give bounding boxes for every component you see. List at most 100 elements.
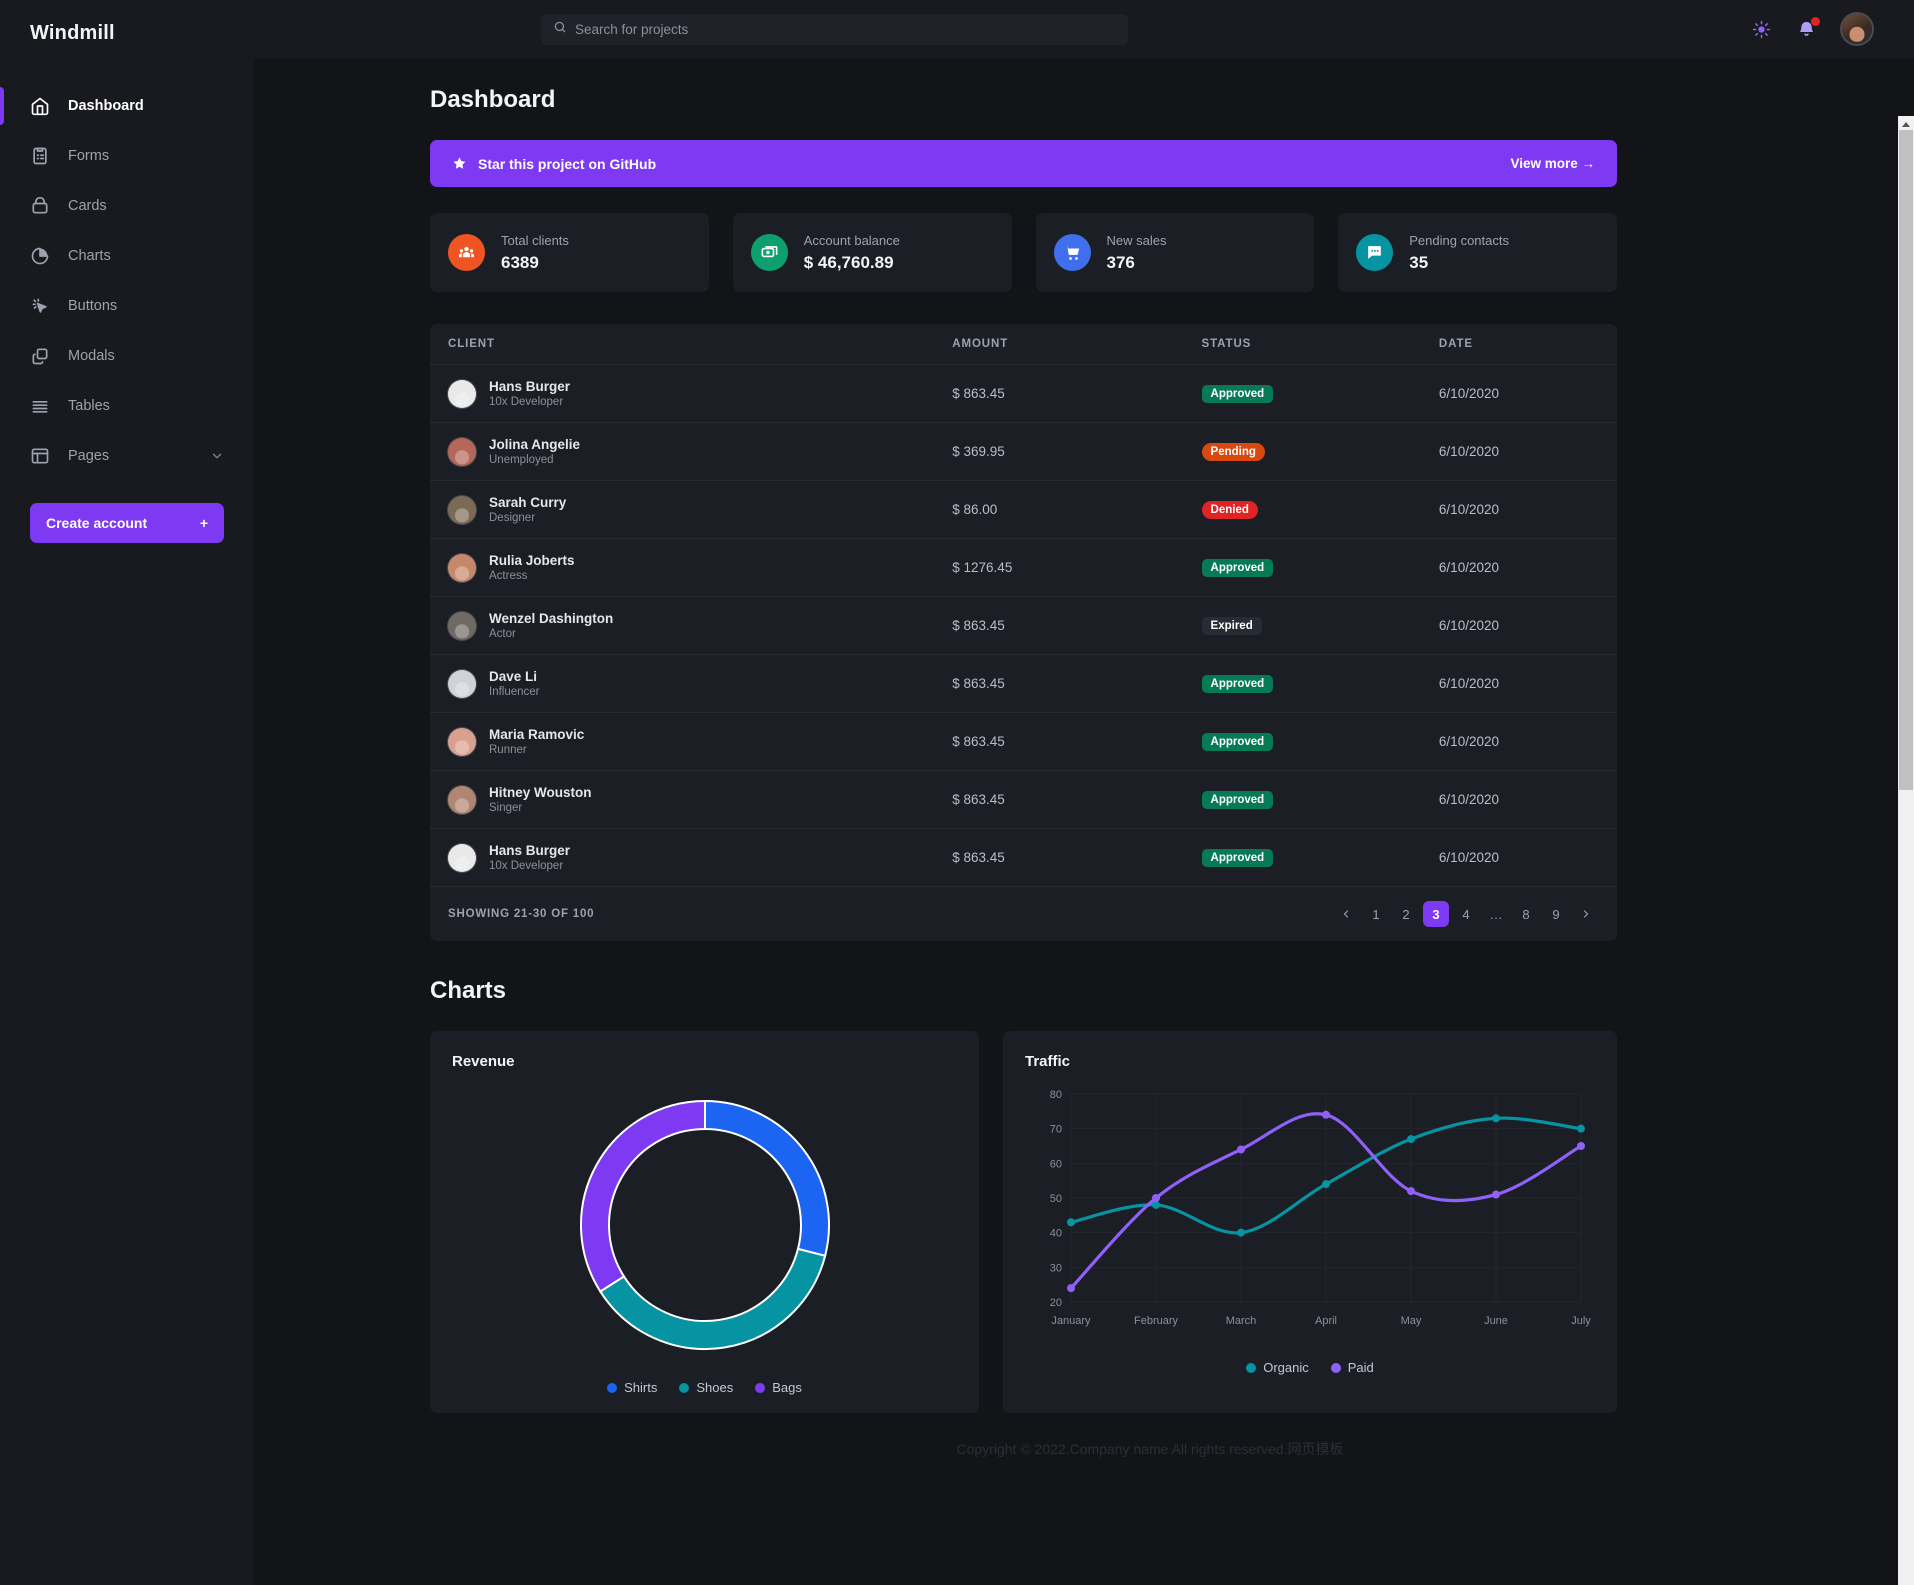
donut-chart <box>579 1099 830 1350</box>
avatar[interactable] <box>1842 14 1872 44</box>
table-row[interactable]: Hitney Wouston Singer $ 863.45 Approved 6/10… <box>430 770 1617 829</box>
client-role: Actor <box>489 628 516 640</box>
column-status: STATUS <box>1201 324 1439 365</box>
scroll-up-arrow[interactable] <box>1898 116 1914 130</box>
create-account-button[interactable]: Create account + <box>30 503 224 543</box>
table-body: Hans Burger 10x Developer $ 863.45 Approved… <box>430 364 1617 887</box>
client-name: Hans Burger <box>489 843 571 858</box>
table-row[interactable]: Maria Ramovic Runner $ 863.45 Approved 6/10/… <box>430 712 1617 771</box>
column-client: CLIENT <box>430 324 953 365</box>
client-avatar <box>448 379 476 408</box>
data-point <box>1152 1194 1160 1202</box>
x-tick-label: April <box>1315 1315 1337 1327</box>
sidebar-item-forms[interactable]: Forms <box>0 131 254 181</box>
client-name: Maria Ramovic <box>489 727 585 742</box>
table-header-row: CLIENT AMOUNT STATUS DATE <box>430 324 1617 365</box>
search-input[interactable] <box>575 22 1116 37</box>
table-footer: SHOWING 21-30 OF 100 1 2 3 4… 8 9 <box>430 886 1617 941</box>
search-box[interactable] <box>541 14 1128 45</box>
page-button[interactable]: … <box>1483 901 1509 927</box>
sidebar-item-charts[interactable]: Charts <box>0 231 254 281</box>
client-name: Hitney Wouston <box>489 785 592 800</box>
cell-client: Wenzel Dashington Actor <box>430 597 952 655</box>
legend-dot <box>607 1382 618 1393</box>
client-avatar <box>448 611 476 640</box>
cell-amount: $ 863.45 <box>952 734 1005 749</box>
traffic-chart-card: Traffic 20 30 40 50 60 70 80 January February Mar… <box>1003 1031 1617 1413</box>
cell-status: Pending <box>1201 423 1439 481</box>
sidebar-item-dashboard[interactable]: Dashboard <box>0 81 254 131</box>
table-row[interactable]: Hans Burger 10x Developer $ 863.45 Approved… <box>430 364 1617 423</box>
cell-status: Approved <box>1201 771 1439 829</box>
client-avatar <box>448 843 476 872</box>
y-tick-label: 60 <box>1050 1158 1062 1170</box>
money-icon <box>750 234 788 271</box>
client-text: Hans Burger 10x Developer <box>489 843 570 872</box>
home-icon <box>30 96 50 116</box>
cell-status: Denied <box>1201 481 1439 539</box>
sidebar-item-buttons[interactable]: Buttons <box>0 281 254 331</box>
page-button[interactable]: 9 <box>1543 901 1569 927</box>
sidebar-item-cards[interactable]: Cards <box>0 181 254 231</box>
sidebar-item-pages[interactable]: Pages <box>0 431 254 481</box>
sidebar-item-label: Charts <box>68 248 111 264</box>
chevron-left-icon[interactable] <box>1333 901 1359 927</box>
bell-icon[interactable] <box>1797 16 1820 39</box>
revenue-chart-card: Revenue Shirts Shoes Bags <box>430 1031 979 1413</box>
table-row[interactable]: Dave Li Influencer $ 863.45 Approved 6/10/20… <box>430 654 1617 713</box>
page-button[interactable]: 1 <box>1363 901 1389 927</box>
cell-date: 6/10/2020 <box>1438 386 1499 401</box>
page-button[interactable]: 2 <box>1393 901 1419 927</box>
table-row[interactable]: Jolina Angelie Unemployed $ 369.95 Pending 6… <box>430 422 1617 481</box>
legend-dot <box>679 1382 690 1393</box>
banner-view-more-link[interactable]: View more → <box>1510 156 1595 171</box>
sun-icon[interactable] <box>1752 20 1771 39</box>
table-row[interactable]: Hans Burger 10x Developer $ 863.45 Approved… <box>430 828 1617 887</box>
page-button[interactable]: 3 <box>1423 901 1449 927</box>
stat-card-total-clients: Total clients 6389 <box>430 213 709 292</box>
table-row[interactable]: Rulia Joberts Actress $ 1276.45 Approved 6/1… <box>430 538 1617 597</box>
page-button[interactable]: 4 <box>1453 901 1479 927</box>
client-cell: Sarah Curry Designer <box>448 495 952 524</box>
charts-row: Revenue Shirts Shoes Bags Traffic 20 30 40 50… <box>430 1031 1617 1413</box>
cell-amount: $ 1276.45 <box>952 560 1013 575</box>
donut-slice-shirts <box>703 1099 830 1258</box>
page-button[interactable]: 8 <box>1513 901 1539 927</box>
revenue-chart-title: Revenue <box>452 1053 515 1070</box>
main-region: Dashboard Star this project on GitHub Vi… <box>254 0 1914 1585</box>
github-banner[interactable]: Star this project on GitHub View more → <box>430 140 1617 187</box>
vertical-scrollbar[interactable] <box>1898 116 1914 1585</box>
revenue-chart-body <box>452 1080 957 1370</box>
sidebar-item-tables[interactable]: Tables <box>0 381 254 431</box>
status-badge: Approved <box>1201 384 1274 403</box>
sidebar-item-label: Buttons <box>68 298 118 314</box>
footer-copyright: Copyright © 2022.Company name All rights… <box>956 1441 1344 1457</box>
legend-item: Bags <box>755 1380 802 1395</box>
client-cell: Maria Ramovic Runner <box>448 727 952 756</box>
legend-item: Organic <box>1246 1360 1309 1375</box>
table-row[interactable]: Sarah Curry Designer $ 86.00 Denied 6/10/202… <box>430 480 1617 539</box>
cell-client: Rulia Joberts Actress <box>430 539 952 597</box>
client-name: Rulia Joberts <box>489 553 575 568</box>
traffic-chart-title: Traffic <box>1025 1053 1071 1070</box>
y-tick-label: 40 <box>1050 1228 1062 1240</box>
page-title: Dashboard <box>430 86 556 113</box>
stat-text: Pending contacts 35 <box>1409 233 1509 273</box>
legend-label: Organic <box>1263 1360 1309 1375</box>
topbar <box>254 0 1914 58</box>
modals-icon <box>30 346 50 366</box>
sidebar-nav: Dashboard Forms Cards Charts Buttons Mod <box>0 81 254 481</box>
scrollbar-thumb[interactable] <box>1899 130 1913 790</box>
revenue-chart-legend: Shirts Shoes Bags <box>452 1380 957 1395</box>
legend-dot <box>1246 1362 1257 1373</box>
cell-status: Approved <box>1201 829 1439 887</box>
table-head: CLIENT AMOUNT STATUS DATE <box>430 324 1617 365</box>
table-row[interactable]: Wenzel Dashington Actor $ 863.45 Expired 6/1… <box>430 596 1617 655</box>
client-avatar <box>448 669 476 698</box>
client-cell: Hitney Wouston Singer <box>448 785 952 814</box>
data-point <box>1407 1135 1415 1144</box>
stat-label: Total clients <box>501 232 569 248</box>
chevron-right-icon[interactable] <box>1573 901 1599 927</box>
client-avatar <box>448 785 476 814</box>
sidebar-item-modals[interactable]: Modals <box>0 331 254 381</box>
